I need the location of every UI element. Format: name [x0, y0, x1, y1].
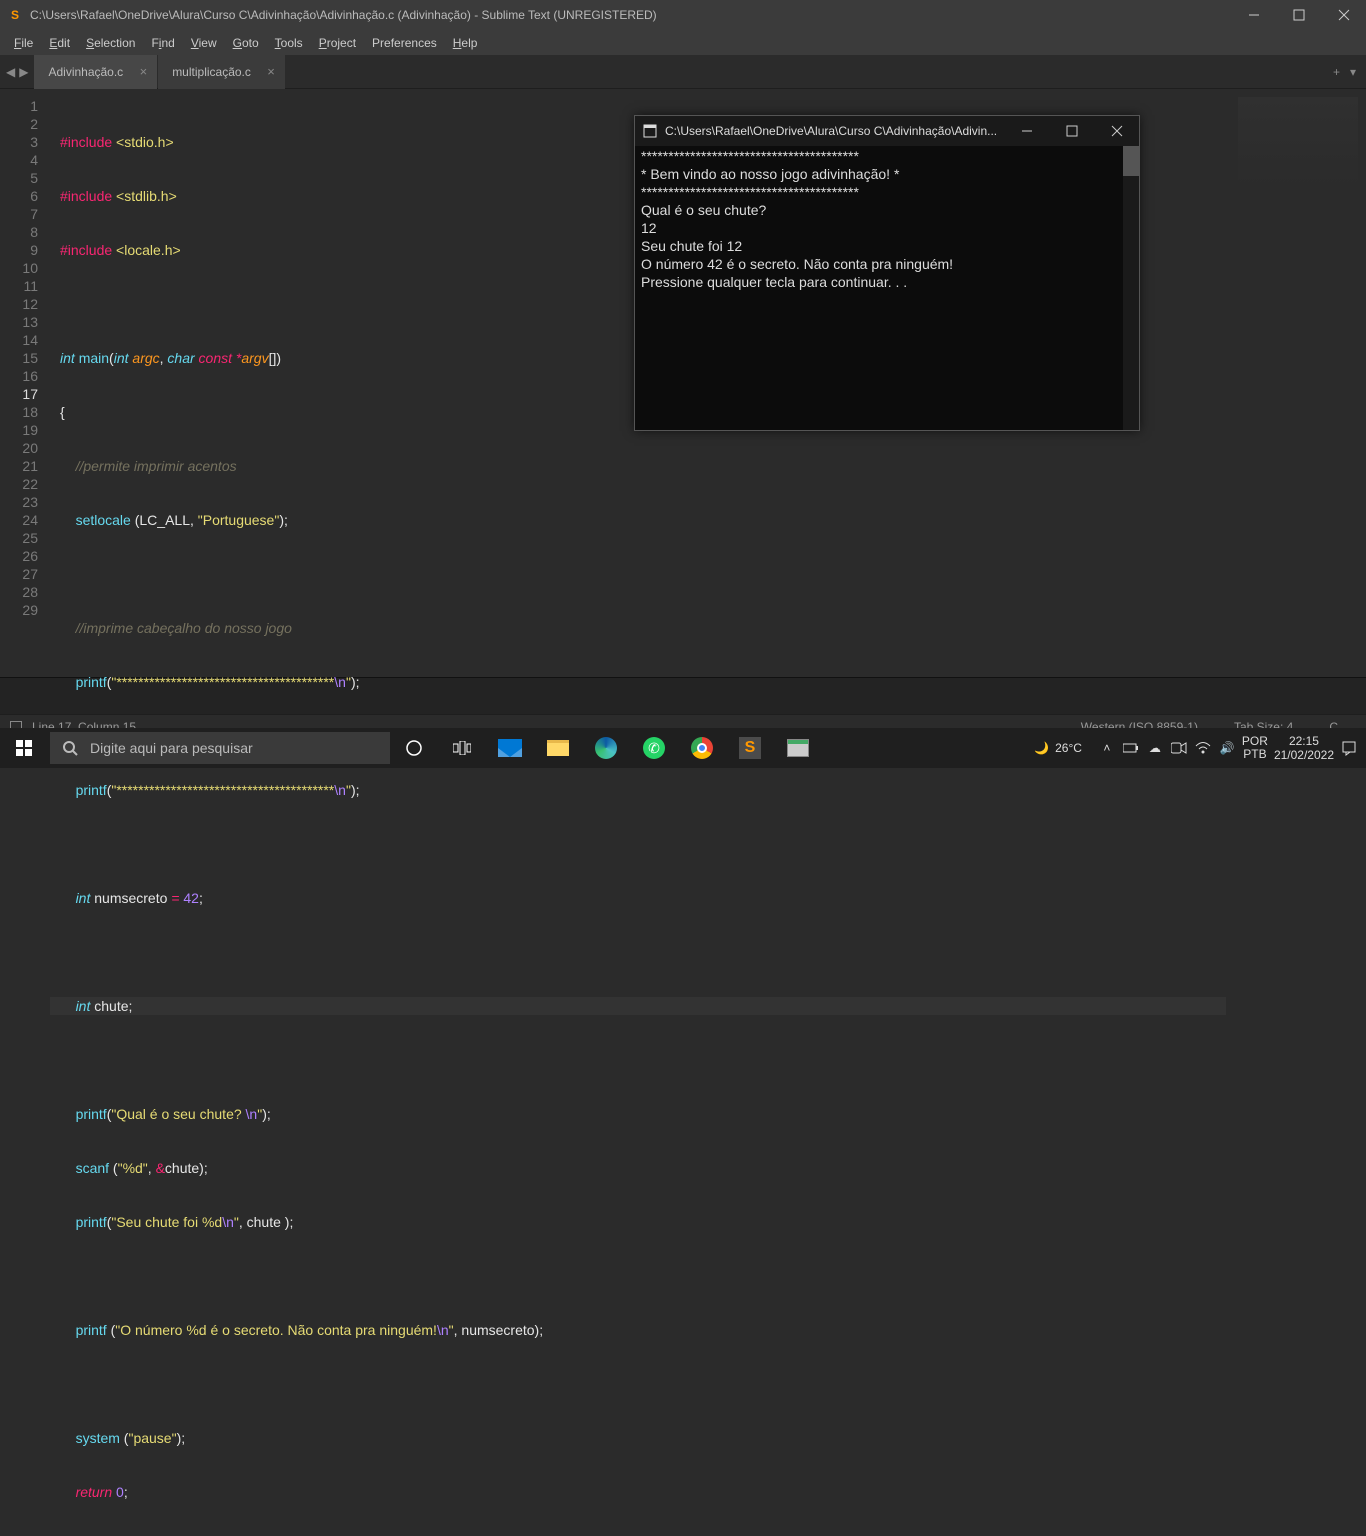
start-button[interactable] — [0, 728, 48, 768]
line-number[interactable]: 17 — [0, 385, 38, 403]
line-number[interactable]: 28 — [0, 583, 38, 601]
line-number[interactable]: 12 — [0, 295, 38, 313]
tab-label: Adivinhação.c — [48, 65, 123, 79]
taskbar-search[interactable]: Digite aqui para pesquisar — [50, 732, 390, 764]
line-number[interactable]: 19 — [0, 421, 38, 439]
menu-goto[interactable]: Goto — [225, 36, 267, 50]
weather-moon-icon: 🌙 — [1034, 741, 1049, 755]
line-number[interactable]: 4 — [0, 151, 38, 169]
line-number[interactable]: 20 — [0, 439, 38, 457]
line-number[interactable]: 8 — [0, 223, 38, 241]
line-number[interactable]: 14 — [0, 331, 38, 349]
tab-bar: ◀ ▶ Adivinhação.c × multiplicação.c × + … — [0, 55, 1366, 89]
line-number[interactable]: 6 — [0, 187, 38, 205]
window-title: C:\Users\Rafael\OneDrive\Alura\Curso C\A… — [30, 8, 1231, 22]
task-view-icon[interactable] — [438, 728, 486, 768]
console-taskbar-icon[interactable] — [774, 728, 822, 768]
system-tray: 🌙 26°C ˄ ☁ 🔊 PORPTB 22:1521/02/2022 — [1034, 734, 1366, 762]
line-number[interactable]: 26 — [0, 547, 38, 565]
line-number[interactable]: 11 — [0, 277, 38, 295]
tray-onedrive-icon[interactable]: ☁ — [1146, 741, 1164, 755]
tab-adivinhacao[interactable]: Adivinhação.c × — [34, 55, 157, 89]
mail-app-icon[interactable] — [486, 728, 534, 768]
line-number[interactable]: 22 — [0, 475, 38, 493]
menu-selection[interactable]: Selection — [78, 36, 143, 50]
console-title: C:\Users\Rafael\OneDrive\Alura\Curso C\A… — [665, 124, 1004, 138]
tray-volume-icon[interactable]: 🔊 — [1218, 741, 1236, 755]
tray-battery-icon[interactable] — [1122, 743, 1140, 753]
line-number[interactable]: 1 — [0, 97, 38, 115]
weather-temp: 26°C — [1055, 741, 1082, 755]
line-number[interactable]: 23 — [0, 493, 38, 511]
line-number[interactable]: 15 — [0, 349, 38, 367]
menu-view[interactable]: View — [183, 36, 225, 50]
line-number[interactable]: 27 — [0, 565, 38, 583]
windows-taskbar: Digite aqui para pesquisar ✆ S 🌙 26°C ˄ … — [0, 728, 1366, 768]
tab-nav-back-icon[interactable]: ◀ — [6, 65, 15, 79]
console-icon — [635, 124, 665, 138]
weather-widget[interactable]: 🌙 26°C — [1034, 741, 1082, 755]
menu-tools[interactable]: Tools — [267, 36, 311, 50]
console-minimize-button[interactable] — [1004, 116, 1049, 146]
line-number[interactable]: 5 — [0, 169, 38, 187]
line-number[interactable]: 3 — [0, 133, 38, 151]
tab-close-icon[interactable]: × — [267, 64, 275, 79]
tab-label: multiplicação.c — [172, 65, 251, 79]
whatsapp-icon[interactable]: ✆ — [630, 728, 678, 768]
window-minimize-button[interactable] — [1231, 0, 1276, 30]
window-titlebar: S C:\Users\Rafael\OneDrive\Alura\Curso C… — [0, 0, 1366, 30]
minimap[interactable] — [1226, 89, 1366, 677]
menu-file[interactable]: File — [6, 36, 41, 50]
tray-language[interactable]: PORPTB — [1242, 735, 1268, 761]
line-number[interactable]: 25 — [0, 529, 38, 547]
menu-help[interactable]: Help — [445, 36, 486, 50]
tray-wifi-icon[interactable] — [1194, 741, 1212, 755]
tray-meet-now-icon[interactable] — [1170, 742, 1188, 754]
line-number[interactable]: 21 — [0, 457, 38, 475]
tray-chevron-icon[interactable]: ˄ — [1098, 741, 1116, 755]
tab-dropdown-icon[interactable]: ▾ — [1350, 65, 1356, 79]
tab-multiplicacao[interactable]: multiplicação.c × — [158, 55, 285, 89]
window-maximize-button[interactable] — [1276, 0, 1321, 30]
menu-find[interactable]: Find — [143, 36, 182, 50]
line-number[interactable]: 13 — [0, 313, 38, 331]
line-number[interactable]: 7 — [0, 205, 38, 223]
cortana-icon[interactable] — [390, 728, 438, 768]
console-close-button[interactable] — [1094, 116, 1139, 146]
app-icon: S — [0, 8, 30, 22]
tray-notifications-icon[interactable] — [1340, 740, 1358, 756]
line-number[interactable]: 24 — [0, 511, 38, 529]
sublime-taskbar-icon[interactable]: S — [726, 728, 774, 768]
tab-close-icon[interactable]: × — [140, 64, 148, 79]
chrome-icon[interactable] — [678, 728, 726, 768]
menu-bar: File Edit Selection Find View Goto Tools… — [0, 30, 1366, 55]
console-window: C:\Users\Rafael\OneDrive\Alura\Curso C\A… — [634, 115, 1140, 431]
tray-clock[interactable]: 22:1521/02/2022 — [1274, 734, 1334, 762]
console-scrollbar[interactable] — [1123, 146, 1139, 430]
line-number[interactable]: 2 — [0, 115, 38, 133]
console-output[interactable]: ****************************************… — [635, 146, 1139, 430]
window-close-button[interactable] — [1321, 0, 1366, 30]
console-titlebar[interactable]: C:\Users\Rafael\OneDrive\Alura\Curso C\A… — [635, 116, 1139, 146]
tab-nav-forward-icon[interactable]: ▶ — [19, 65, 28, 79]
search-placeholder: Digite aqui para pesquisar — [90, 740, 253, 756]
line-number[interactable]: 10 — [0, 259, 38, 277]
console-maximize-button[interactable] — [1049, 116, 1094, 146]
line-number[interactable]: 18 — [0, 403, 38, 421]
line-number[interactable]: 9 — [0, 241, 38, 259]
line-gutter[interactable]: 1234567891011121314151617181920212223242… — [0, 89, 50, 677]
edge-icon[interactable] — [582, 728, 630, 768]
new-tab-icon[interactable]: + — [1333, 65, 1340, 79]
menu-edit[interactable]: Edit — [41, 36, 78, 50]
line-number[interactable]: 16 — [0, 367, 38, 385]
menu-preferences[interactable]: Preferences — [364, 36, 445, 50]
explorer-icon[interactable] — [534, 728, 582, 768]
menu-project[interactable]: Project — [311, 36, 364, 50]
line-number[interactable]: 29 — [0, 601, 38, 619]
